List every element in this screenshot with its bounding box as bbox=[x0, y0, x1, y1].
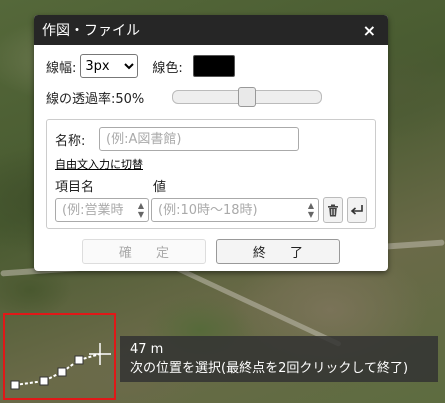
free-text-link[interactable]: 自由文入力に切替 bbox=[55, 156, 143, 172]
value-input[interactable] bbox=[151, 198, 319, 222]
add-row-button[interactable] bbox=[347, 197, 367, 223]
close-button[interactable]: × bbox=[359, 21, 380, 40]
line-color-label: 線色: bbox=[152, 60, 183, 76]
instruction-text: 次の位置を選択(最終点を2回クリックして終了) bbox=[130, 361, 409, 376]
attribute-panel: 名称: 自由文入力に切替 項目名 値 ▲▼ ▲▼ bbox=[46, 119, 376, 229]
line-color-swatch[interactable] bbox=[192, 55, 235, 77]
slider-thumb[interactable] bbox=[238, 87, 257, 107]
value-header: 値 bbox=[153, 180, 167, 195]
line-width-select[interactable]: 3px bbox=[80, 54, 139, 78]
dialog-titlebar[interactable]: 作図・ファイル × bbox=[34, 15, 388, 45]
drawing-dialog: 作図・ファイル × 線幅: 3px 線色: 線の透過率:50% 名称: 自由文入… bbox=[34, 15, 388, 271]
enter-icon bbox=[350, 205, 363, 215]
delete-row-button[interactable] bbox=[323, 197, 343, 223]
measure-tooltip: 47 m 次の位置を選択(最終点を2回クリックして終了) bbox=[120, 336, 438, 382]
item-name-input[interactable] bbox=[55, 198, 149, 222]
trash-icon bbox=[328, 204, 338, 216]
selection-highlight-box bbox=[3, 313, 116, 400]
distance-readout: 47 m bbox=[130, 342, 164, 357]
confirm-button[interactable]: 確 定 bbox=[82, 239, 206, 264]
value-spinner-icon[interactable]: ▲ ▼ bbox=[306, 201, 316, 219]
line-width-label: 線幅: bbox=[46, 60, 77, 76]
item-name-header: 項目名 bbox=[55, 180, 95, 195]
name-label: 名称: bbox=[55, 133, 86, 149]
transparency-label: 線の透過率:50% bbox=[46, 91, 145, 107]
dialog-title: 作図・ファイル bbox=[42, 23, 140, 39]
item-spinner-icon[interactable]: ▲ ▼ bbox=[136, 201, 146, 219]
finish-button[interactable]: 終 了 bbox=[216, 239, 340, 264]
transparency-slider[interactable] bbox=[172, 87, 323, 107]
name-input[interactable] bbox=[99, 127, 299, 151]
